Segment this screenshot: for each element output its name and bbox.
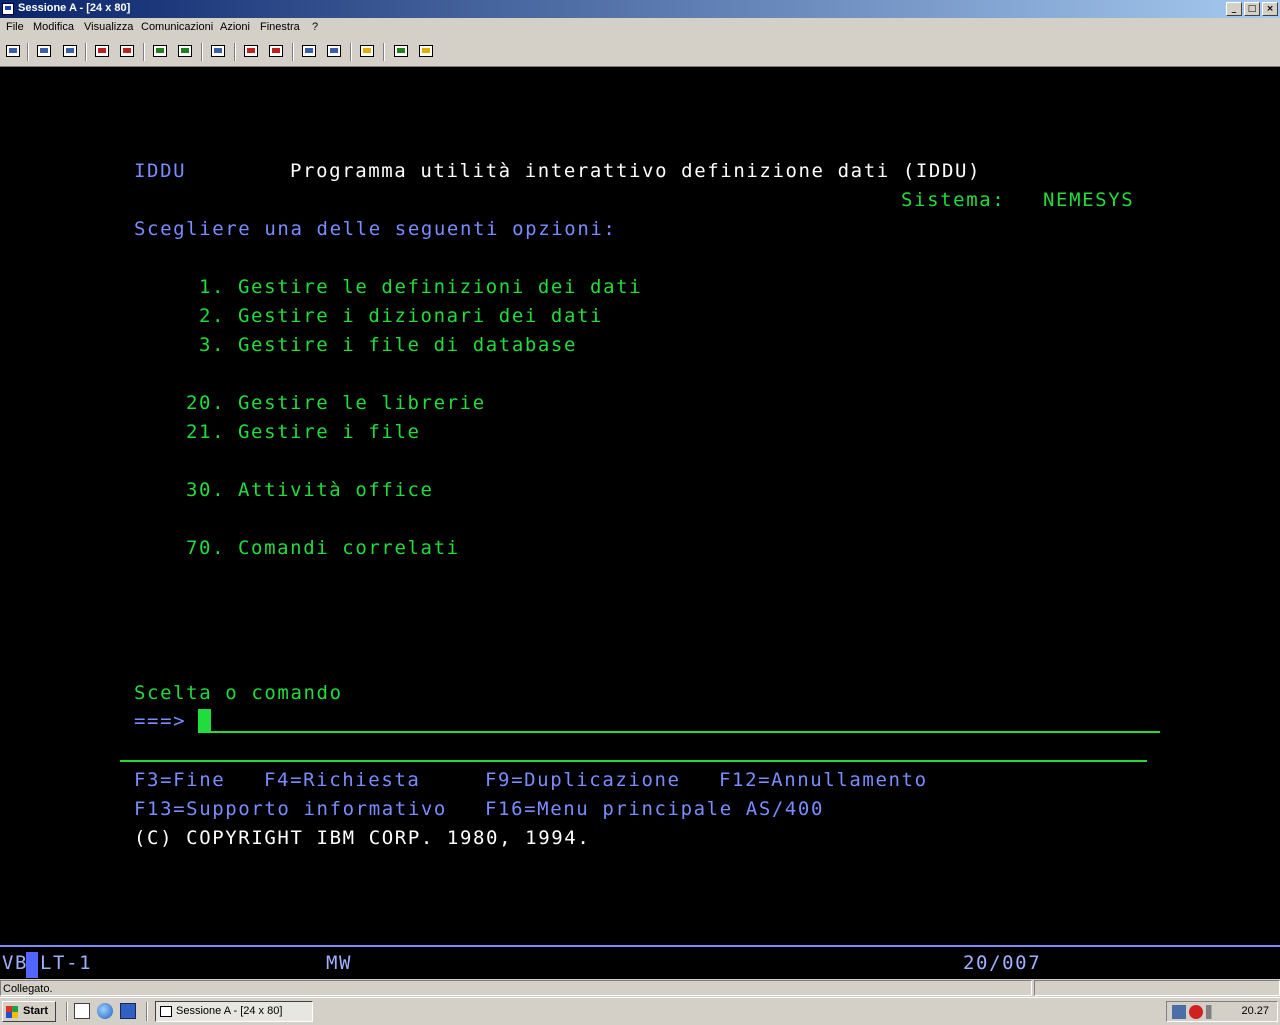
network-icon[interactable] [1172,1005,1186,1019]
windows-logo-icon [6,1006,18,1018]
option-1[interactable]: Gestire le definizioni dei dati [238,276,642,298]
toolbar-separator [292,43,294,61]
command-label: Scelta o comando [134,682,343,704]
text-cursor [198,709,211,733]
fkey-f3[interactable]: F3=Fine [134,769,225,791]
taskbar-session-button[interactable]: Sessione A - [24 x 80] [155,1001,313,1022]
status-pane-secondary [1034,980,1280,996]
toolbar-separator [143,43,145,61]
window-controls: _ □ × [1224,2,1278,16]
toolbar [0,38,1280,67]
fkey-f16[interactable]: F16=Menu principale AS/400 [485,798,824,820]
page-title: Programma utilità interattivo definizion… [290,160,982,182]
option-number: 21. [186,421,226,443]
oia-status-b: LT-1 [40,952,93,974]
title-bar[interactable]: Sessione A - [24 x 80] _ □ × [0,0,1280,18]
option-70[interactable]: Comandi correlati [238,537,460,559]
option-2[interactable]: Gestire i dizionari dei dati [238,305,603,327]
menu-help[interactable]: ? [312,21,318,33]
start-button[interactable]: Start [2,1001,56,1022]
toolbar-separator [27,43,29,61]
send-icon[interactable] [92,42,112,62]
menu-visualizza[interactable]: Visualizza [84,21,133,33]
fkey-f4[interactable]: F4=Richiesta [264,769,420,791]
option-3[interactable]: Gestire i file di database [238,334,577,356]
show-desktop-icon[interactable] [74,1003,90,1019]
macro-icon[interactable] [208,42,228,62]
option-number: 20. [186,392,226,414]
system-value: NEMESYS [1043,189,1135,211]
record-icon[interactable] [241,42,261,62]
app-icon[interactable] [2,3,14,15]
restore-button[interactable]: □ [1244,2,1260,16]
fkey-f12[interactable]: F12=Annullamento [719,769,928,791]
system-label: Sistema: [901,189,1006,211]
taskbar-session-label: Sessione A - [24 x 80] [176,1005,283,1017]
option-number: 1. [199,276,226,298]
clock[interactable]: 20.27 [1241,1005,1269,1017]
toolbar-separator [350,43,352,61]
taskbar: Start Sessione A - [24 x 80] 20.27 [0,997,1280,1025]
system-tray: 20.27 [1166,1001,1278,1022]
internet-explorer-icon[interactable] [97,1003,113,1019]
taskbar-separator [146,1002,148,1021]
oia-status-a: VB [2,952,29,974]
antivirus-icon[interactable] [1189,1005,1203,1019]
status-bar: Collegato. [0,979,1280,997]
status-pane: Collegato. [0,980,1032,996]
window-title: Sessione A - [24 x 80] [18,2,131,14]
session-icon [160,1006,172,1017]
status-text: Collegato. [3,983,53,995]
copy-icon[interactable] [34,42,54,62]
oia-mode: MW [326,952,353,974]
quick-map-icon[interactable] [324,42,344,62]
stop-icon[interactable] [299,42,319,62]
option-21[interactable]: Gestire i file [238,421,421,443]
minimize-button[interactable]: _ [1226,2,1242,16]
menu-finestra[interactable]: Finestra [260,21,300,33]
option-number: 2. [199,305,226,327]
option-number: 3. [199,334,226,356]
menu-modifica[interactable]: Modifica [33,21,74,33]
oia-indicator [26,952,38,978]
play-icon[interactable] [266,42,286,62]
toolbar-separator [234,43,236,61]
toolbar-separator [201,43,203,61]
program-id: IDDU [134,160,187,182]
operator-info-area: VB LT-1 MW 20/007 [0,945,1280,981]
quick-launch-icon[interactable] [120,1003,136,1019]
close-button[interactable]: × [1262,2,1278,16]
divider [120,760,1147,762]
fkey-f13[interactable]: F13=Supporto informativo [134,798,447,820]
start-label: Start [23,1005,49,1017]
help-icon[interactable] [416,42,436,62]
menu-bar: File Modifica Visualizza Comunicazioni A… [0,18,1280,38]
clipboard-icon[interactable] [357,42,377,62]
menu-comunicazioni[interactable]: Comunicazioni [141,21,213,33]
terminal-screen[interactable]: IDDU Programma utilità interattivo defin… [0,67,1280,945]
receive-icon[interactable] [117,42,137,62]
paste-icon[interactable] [60,42,80,62]
toolbar-separator [85,43,87,61]
menu-azioni[interactable]: Azioni [220,21,250,33]
display-icon[interactable] [150,42,170,62]
command-input-underline[interactable] [210,731,1160,733]
menu-file[interactable]: File [6,21,24,33]
option-number: 70. [186,537,226,559]
fkey-f9[interactable]: F9=Duplicazione [485,769,681,791]
print-screen-icon[interactable] [3,42,23,62]
copyright-text: (C) COPYRIGHT IBM CORP. 1980, 1994. [134,827,591,849]
taskbar-separator [66,1002,68,1021]
toolbar-separator [383,43,385,61]
instruction-text: Scegliere una delle seguenti opzioni: [134,218,617,240]
volume-icon[interactable] [1206,1005,1220,1019]
cursor-position: 20/007 [963,952,1042,974]
option-number: 30. [186,479,226,501]
option-30[interactable]: Attività office [238,479,434,501]
command-prompt: ===> [134,710,187,732]
option-20[interactable]: Gestire le librerie [238,392,486,414]
globe-icon[interactable] [391,42,411,62]
keyboard-icon[interactable] [175,42,195,62]
